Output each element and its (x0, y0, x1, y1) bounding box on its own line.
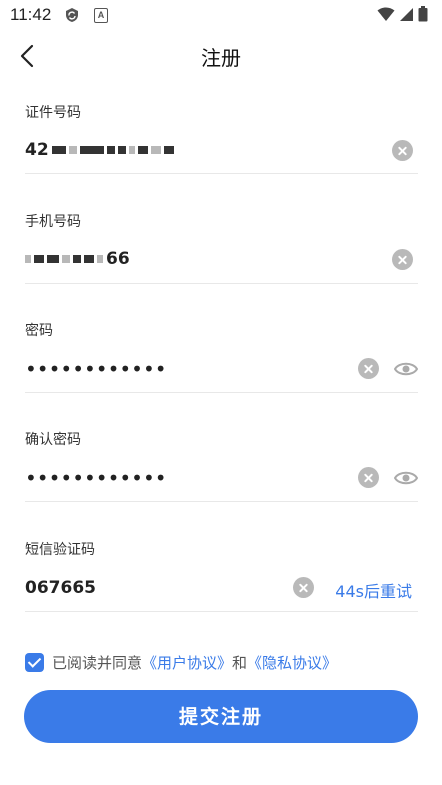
password-field: 密码 •••••••••••• (25, 320, 418, 395)
sms-code-field: 短信验证码 44s后重试 (25, 539, 418, 614)
id-number-field: 证件号码 42 (25, 102, 418, 177)
privacy-agreement-link[interactable]: 《隐私协议》 (247, 652, 337, 673)
sms-code-label: 短信验证码 (25, 542, 95, 558)
signal-icon (400, 7, 413, 21)
eye-icon[interactable] (394, 469, 418, 487)
id-number-label: 证件号码 (25, 105, 81, 121)
status-bar: 11:42 A (0, 0, 442, 30)
battery-icon (418, 6, 428, 22)
divider (25, 611, 418, 612)
confirm-password-input[interactable]: •••••••••••• (25, 468, 167, 488)
phone-field: 手机号码 66 (25, 211, 418, 286)
user-agreement-link[interactable]: 《用户协议》 (142, 652, 232, 673)
redacted-block (73, 255, 81, 263)
sms-code-input[interactable] (25, 577, 275, 599)
phone-input[interactable]: 66 (25, 249, 130, 269)
eye-icon[interactable] (394, 360, 418, 378)
resend-code-button[interactable]: 44s后重试 (335, 578, 412, 602)
status-time: 11:42 (10, 5, 52, 24)
confirm-password-field: 确认密码 •••••••••••• (25, 429, 418, 504)
submit-register-button[interactable]: 提交注册 (24, 690, 418, 743)
app-notification-icon: A (94, 8, 108, 23)
redacted-block (150, 146, 161, 154)
id-number-input[interactable]: 42 (25, 140, 174, 160)
redacted-block (25, 255, 31, 263)
redacted-block (68, 146, 77, 154)
page-title: 注册 (201, 46, 241, 70)
clear-sms-code-button[interactable] (293, 577, 314, 598)
redacted-block (62, 255, 70, 263)
clear-phone-button[interactable] (392, 249, 413, 270)
agreement-checkbox[interactable] (25, 653, 44, 672)
agreement-prefix: 已阅读并同意 (52, 654, 143, 672)
redacted-block (47, 255, 59, 263)
status-indicators (377, 6, 428, 22)
confirm-password-label: 确认密码 (25, 432, 81, 448)
password-label: 密码 (25, 323, 53, 339)
agreement-conjunction: 和 (232, 654, 248, 672)
redacted-block (163, 146, 174, 154)
wifi-icon (377, 7, 395, 21)
redacted-block (128, 146, 135, 154)
divider (25, 283, 418, 284)
divider (25, 173, 418, 174)
divider (25, 501, 418, 502)
redacted-block (117, 146, 126, 154)
redacted-block (106, 146, 115, 154)
divider (25, 392, 418, 393)
id-number-visible-prefix: 42 (25, 140, 49, 160)
clear-id-number-button[interactable] (392, 140, 413, 161)
redacted-block (51, 146, 66, 154)
redacted-block (97, 255, 103, 263)
password-input[interactable]: •••••••••••• (25, 359, 167, 379)
header: 注册 (0, 30, 442, 82)
agreement-row: 已阅读并同意 《用户协议》 和 《隐私协议》 (25, 652, 337, 673)
redacted-block (137, 146, 148, 154)
shield-sync-icon (66, 8, 78, 22)
phone-label: 手机号码 (25, 214, 81, 230)
redacted-block (79, 146, 104, 154)
redacted-block (84, 255, 94, 263)
redacted-block (34, 255, 44, 263)
clear-password-button[interactable] (358, 358, 379, 379)
clear-confirm-password-button[interactable] (358, 467, 379, 488)
phone-visible-suffix: 66 (106, 249, 130, 269)
